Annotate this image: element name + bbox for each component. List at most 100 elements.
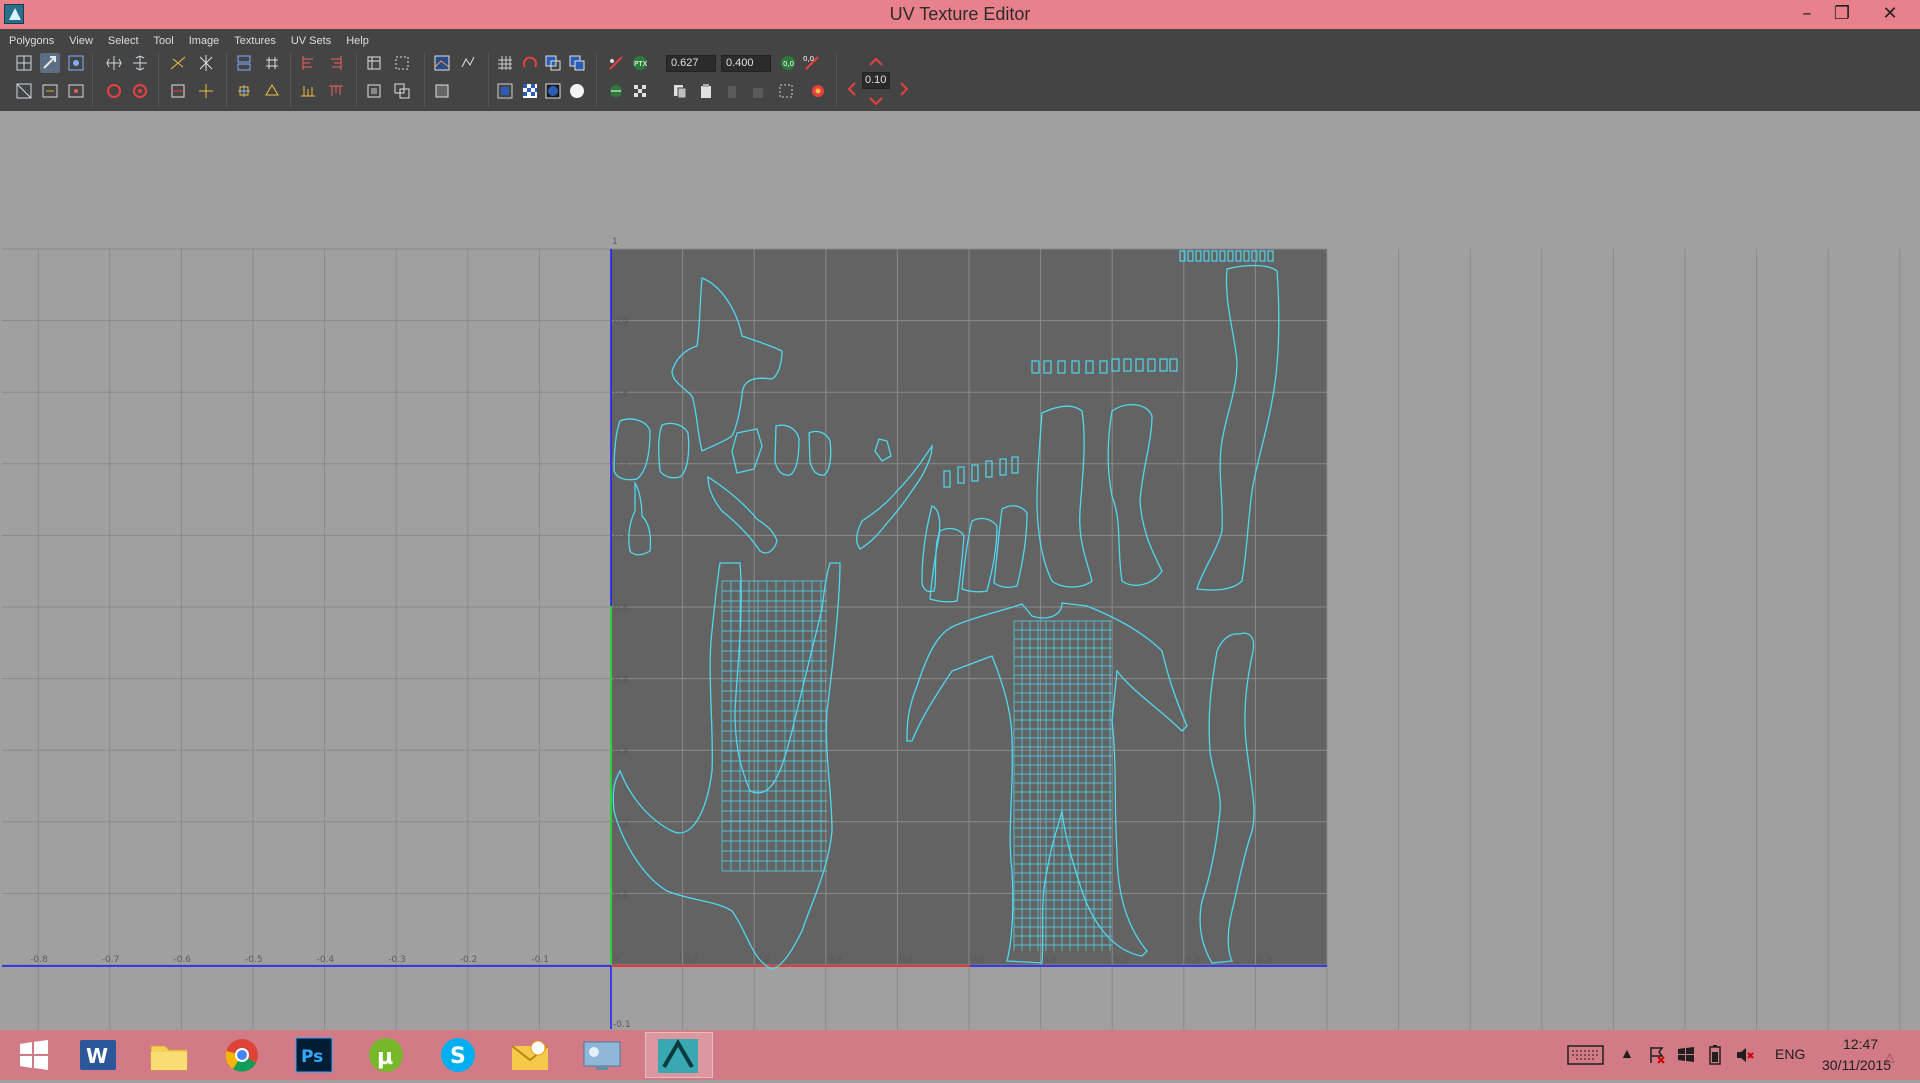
uv-distortion-icon[interactable]	[567, 53, 587, 73]
windows-update-icon[interactable]	[1676, 1045, 1696, 1065]
taskbar-photoshop[interactable]: Ps	[282, 1032, 346, 1078]
snapshot-icon[interactable]	[364, 53, 384, 73]
align-min-v-icon[interactable]	[298, 81, 318, 101]
taskbar-word[interactable]: W	[66, 1032, 130, 1078]
cut-uv-edges-icon[interactable]	[168, 53, 188, 73]
menu-textures[interactable]: Textures	[225, 32, 282, 47]
close-button[interactable]: ✕	[1865, 0, 1915, 29]
use-image-ratio-icon[interactable]	[606, 81, 626, 101]
split-uvs-icon[interactable]	[196, 53, 216, 73]
step-decrease-icon[interactable]	[842, 79, 858, 99]
menu-select[interactable]: Select	[99, 32, 145, 47]
menu-polygons[interactable]: Polygons	[0, 32, 60, 47]
keyboard-icon[interactable]	[1567, 1044, 1605, 1066]
display-checker-icon[interactable]	[630, 81, 650, 101]
align-min-u-icon[interactable]	[298, 53, 318, 73]
flip-v-icon[interactable]	[130, 53, 150, 73]
u-value-field[interactable]: 0.627	[666, 55, 716, 72]
volume-muted-icon[interactable]	[1735, 1045, 1755, 1065]
uv-lattice-tool-icon[interactable]	[14, 53, 34, 73]
paste-v-icon[interactable]	[748, 81, 768, 101]
grid-uvs-icon[interactable]	[262, 53, 282, 73]
toggle-grid-icon[interactable]	[495, 53, 515, 73]
show-desktop-icon[interactable]: △	[1885, 1050, 1894, 1064]
taskbar-skype[interactable]: S	[426, 1032, 490, 1078]
dim-image-icon[interactable]	[458, 53, 478, 73]
windows-taskbar: W Ps µ S ▲ ENG 12:47 30/11/2015 △	[0, 1030, 1920, 1080]
taskbar-control-panel[interactable]	[570, 1032, 634, 1078]
relative-transform-icon[interactable]: 0,0	[802, 53, 822, 73]
isolate-select-icon[interactable]	[495, 81, 515, 101]
language-indicator[interactable]: ENG	[1775, 1046, 1805, 1062]
menu-help[interactable]: Help	[337, 32, 375, 47]
move-sew-icon[interactable]	[196, 81, 216, 101]
uv-move-tool-icon[interactable]	[40, 53, 60, 73]
show-hidden-icons-icon[interactable]: ▲	[1620, 1045, 1634, 1061]
align-max-u-icon[interactable]	[326, 53, 346, 73]
clock-date[interactable]: 30/11/2015	[1822, 1057, 1891, 1073]
uv-select-shell-icon[interactable]	[66, 81, 86, 101]
copy-uvs-icon[interactable]	[392, 81, 412, 101]
v-tick-label: 0.3	[614, 747, 628, 757]
taskbar-utorrent[interactable]: µ	[354, 1032, 418, 1078]
rotate-cw-icon[interactable]	[130, 81, 150, 101]
copy-uv-icon[interactable]	[670, 81, 690, 101]
alpha-channel-icon[interactable]	[567, 81, 587, 101]
toggle-filtered-icon[interactable]	[606, 53, 626, 73]
uv-sew-icon[interactable]	[40, 81, 60, 101]
battery-icon[interactable]	[1708, 1044, 1722, 1066]
clock-time[interactable]: 12:47	[1843, 1036, 1878, 1052]
cycle-uv-icon[interactable]	[776, 81, 796, 101]
u-tick-label-negative: -0.3	[388, 955, 406, 965]
taskbar-file-explorer[interactable]	[137, 1032, 201, 1078]
restore-button[interactable]: ❐	[1822, 0, 1862, 29]
taskbar-maya[interactable]	[645, 1032, 713, 1078]
u-tick-label-negative: -0.6	[173, 955, 191, 965]
v-value-field[interactable]: 0.400	[721, 55, 771, 72]
filter-image-icon[interactable]	[432, 81, 452, 101]
u-tick-label-positive: 0.4	[899, 955, 914, 965]
align-max-v-icon[interactable]	[326, 81, 346, 101]
menu-tool[interactable]: Tool	[145, 32, 180, 47]
checker-tiling-icon[interactable]	[520, 81, 540, 101]
action-center-flag-icon[interactable]	[1647, 1045, 1667, 1065]
u-tick-label-negative: -0.7	[102, 955, 120, 965]
rotate-ccw-icon[interactable]	[104, 81, 124, 101]
v-tick-label: 0.7	[614, 461, 628, 471]
taskbar-chrome[interactable]	[210, 1032, 274, 1078]
v-tick-label: 0.4	[614, 676, 629, 686]
svg-text:Ps: Ps	[301, 1047, 323, 1067]
step-increase-icon[interactable]	[894, 79, 910, 99]
ptex-icon[interactable]: PTX	[630, 53, 650, 73]
delete-uvs-icon[interactable]	[808, 81, 828, 101]
uv-cut-icon[interactable]	[14, 81, 34, 101]
shaded-uv-display-icon[interactable]	[543, 53, 563, 73]
unfold-uvs-icon[interactable]	[234, 81, 254, 101]
start-button[interactable]	[2, 1032, 66, 1078]
step-value-field[interactable]: 0.10	[862, 72, 890, 89]
snap-pixels-icon[interactable]	[520, 53, 540, 73]
svg-text:µ: µ	[377, 1045, 393, 1070]
layout-uvs-icon[interactable]	[234, 53, 254, 73]
taskbar-outlook[interactable]	[498, 1032, 562, 1078]
menu-uv-sets[interactable]: UV Sets	[282, 32, 337, 47]
sew-uv-edges-icon[interactable]	[168, 81, 188, 101]
step-up-icon[interactable]	[866, 52, 883, 68]
flip-u-icon[interactable]	[104, 53, 124, 73]
paste-uv-icon[interactable]	[696, 81, 716, 101]
paste-u-icon[interactable]	[722, 81, 742, 101]
refresh-uv-values-icon[interactable]: 0,0	[778, 53, 798, 73]
step-down-icon[interactable]	[866, 91, 883, 107]
texture-borders-icon[interactable]	[364, 81, 384, 101]
shell-border-icon[interactable]	[392, 53, 412, 73]
rgb-channels-icon[interactable]	[543, 81, 563, 101]
menu-image[interactable]: Image	[180, 32, 226, 47]
relax-uvs-icon[interactable]	[262, 81, 282, 101]
uv-canvas[interactable]: 10.90.80.70.60.50.40.30.20.1-0.8 -0.7 -0.6…	[2, 111, 1918, 1029]
svg-text:W: W	[86, 1044, 108, 1068]
uv-viewport[interactable]: 1 0.9 0.8 0.7 0.6 0.5 0.4 0.3 0.2 0.1 -0.8 -0.7 -0.6…	[2, 111, 1918, 1029]
image-display-icon[interactable]	[432, 53, 452, 73]
uv-smudge-tool-icon[interactable]	[66, 53, 86, 73]
minimize-button[interactable]: –	[1787, 0, 1827, 29]
menu-view[interactable]: View	[60, 32, 99, 47]
